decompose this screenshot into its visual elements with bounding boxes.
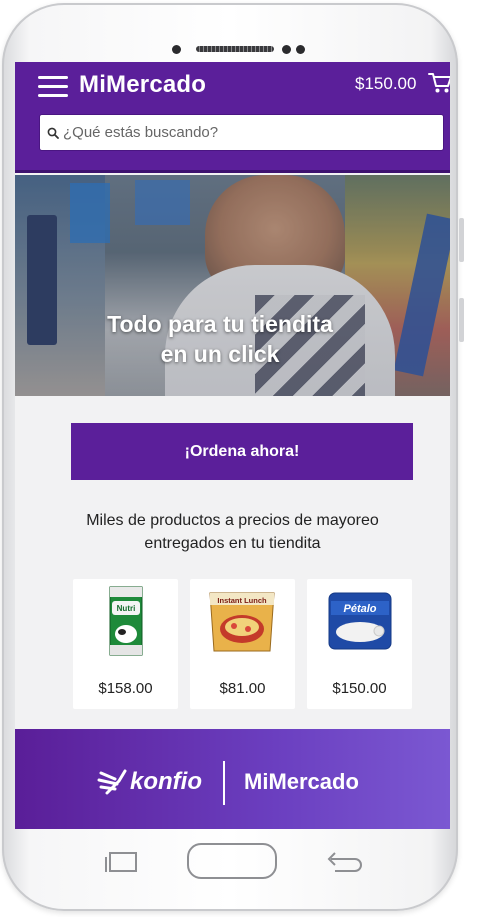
front-sensor (172, 45, 181, 54)
product-brand-mark: Instant Lunch (217, 596, 267, 605)
hero-line-2: en un click (160, 341, 280, 367)
toilet-paper-image: Pétalo (328, 592, 392, 650)
milk-carton-image: Nutri (109, 586, 143, 656)
product-card[interactable]: Pétalo $150.00 (307, 579, 412, 709)
hero-line-1: Todo para tu tiendita (107, 311, 333, 337)
order-now-button[interactable]: ¡Ordena ahora! (71, 423, 413, 480)
phone-frame: MiMercado $150.00 ¿Qué estás buscando? T… (2, 3, 464, 911)
hero-banner[interactable]: Todo para tu tiendita en un click (15, 175, 450, 396)
recent-apps-icon[interactable] (103, 850, 141, 874)
search-bar[interactable] (39, 114, 444, 151)
brand-logo[interactable]: MiMercado (79, 71, 206, 99)
footer-banner: konfio MiMercado (15, 729, 450, 829)
instant-noodles-image: Instant Lunch (209, 592, 275, 652)
search-icon (47, 127, 59, 139)
product-price: $81.00 (219, 680, 266, 697)
proximity-sensor (296, 45, 305, 54)
tagline-line-2: entregados en tu tiendita (144, 535, 321, 552)
konfio-logo-icon (97, 769, 127, 795)
app-header: MiMercado $150.00 (15, 62, 450, 173)
hero-headline: Todo para tu tiendita en un click (75, 309, 365, 369)
cart-icon[interactable] (428, 72, 450, 94)
product-price: $150.00 (332, 680, 387, 697)
product-brand-mark: Pétalo (343, 603, 376, 615)
product-brand-mark: Nutri (117, 604, 136, 613)
earpiece-speaker (196, 46, 274, 52)
home-button[interactable] (187, 843, 277, 879)
menu-icon[interactable] (38, 76, 68, 98)
cart-total[interactable]: $150.00 (355, 74, 416, 94)
product-price: $158.00 (98, 680, 153, 697)
back-icon[interactable] (323, 850, 365, 876)
power-button (459, 298, 464, 342)
app-screen: MiMercado $150.00 ¿Qué estás buscando? T… (15, 62, 450, 829)
footer-divider (223, 761, 225, 805)
search-input[interactable] (63, 115, 433, 150)
product-card[interactable]: Instant Lunch $81.00 (190, 579, 295, 709)
footer-brand-logo: MiMercado (244, 769, 359, 794)
tagline-line-1: Miles de productos a precios de mayoreo (86, 512, 379, 529)
konfio-logo-text: konfio (130, 768, 202, 795)
product-card[interactable]: Nutri $158.00 (73, 579, 178, 709)
front-camera (282, 45, 291, 54)
tagline: Miles de productos a precios de mayoreo … (55, 509, 410, 555)
volume-button (459, 218, 464, 262)
